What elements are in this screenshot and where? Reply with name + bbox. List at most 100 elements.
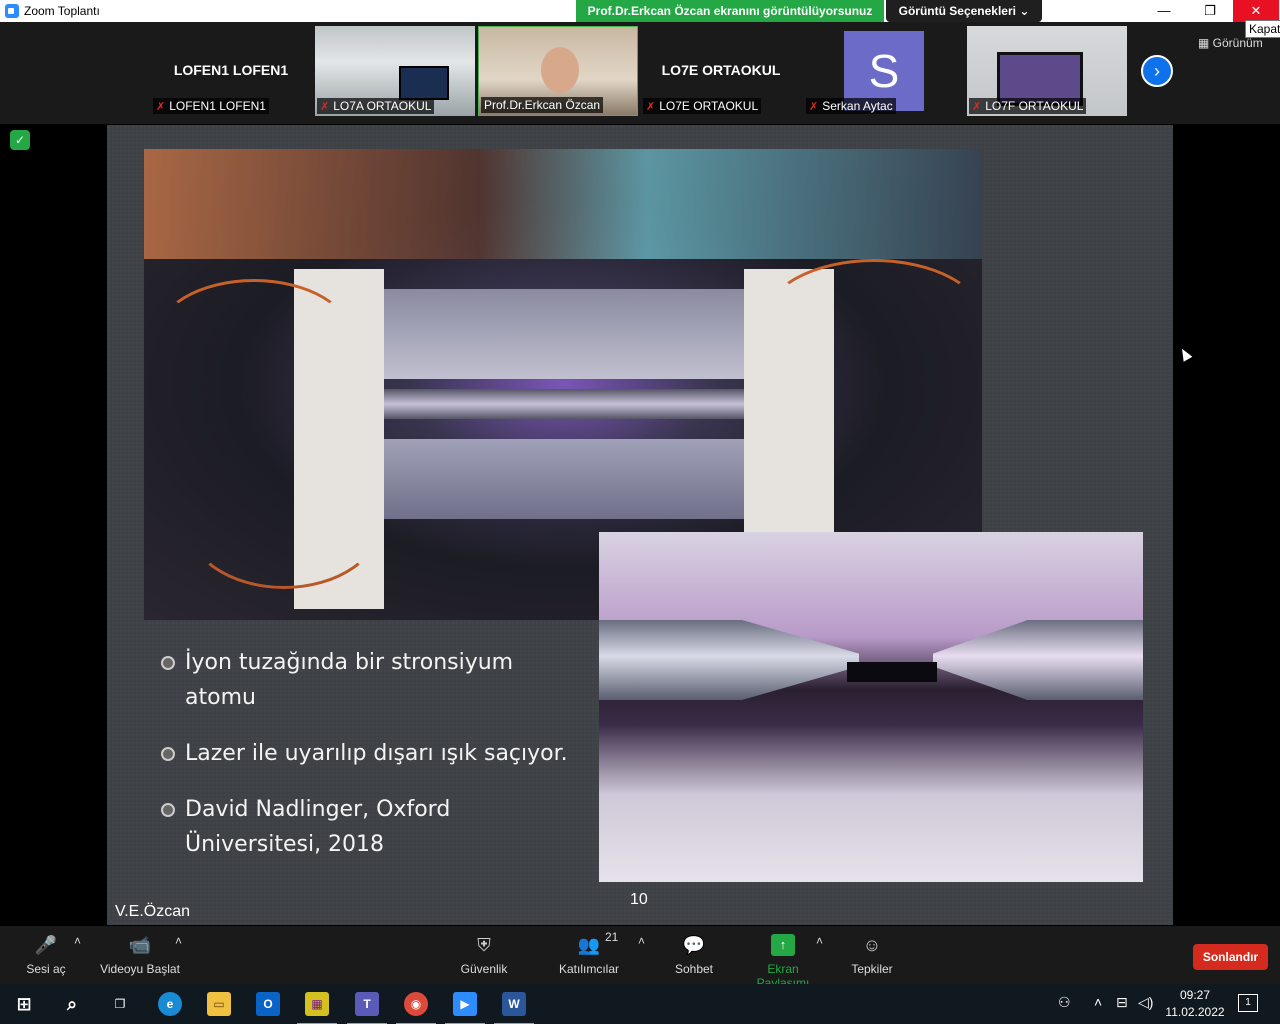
participant-name: Serkan Aytac xyxy=(822,99,893,113)
participant-caption: Prof.Dr.Erkcan Özcan xyxy=(481,97,604,113)
slide-bullet-list: İyon tuzağında bir stronsiyum atomu Laze… xyxy=(161,645,591,883)
task-view-icon[interactable]: ❐ xyxy=(108,992,132,1016)
participant-name-large: LOFEN1 LOFEN1 xyxy=(173,62,289,78)
end-meeting-button[interactable]: Sonlandır xyxy=(1193,944,1268,970)
window-title: Zoom Toplantı xyxy=(24,4,100,18)
word-icon[interactable]: W xyxy=(494,992,534,1024)
clock-time: 09:27 xyxy=(1179,988,1211,1002)
encryption-shield-icon[interactable]: ✓ xyxy=(10,130,30,150)
gallery-view-button[interactable]: ▦ Görünüm xyxy=(1198,36,1263,50)
zoom-icon[interactable]: ▶ xyxy=(445,992,485,1024)
participant-name-large: LO7E ORTAOKUL xyxy=(661,62,781,78)
close-button[interactable]: ✕ xyxy=(1233,0,1279,22)
video-off-icon: 📹 xyxy=(128,935,152,955)
microphone-muted-icon: 🎤 xyxy=(34,935,58,955)
screen-share-banner: Prof.Dr.Erkcan Özcan ekranını görüntülüy… xyxy=(576,0,884,22)
participant-tile[interactable]: LO7E ORTAOKUL ✗ LO7E ORTAOKUL xyxy=(641,26,801,116)
list-item: Lazer ile uyarılıp dışarı ışık saçıyor. xyxy=(161,736,591,771)
minimize-button[interactable]: — xyxy=(1141,0,1187,22)
start-video-button[interactable]: 📹 Videoyu Başlat xyxy=(98,934,182,976)
participant-count: 21 xyxy=(605,930,619,944)
participants-label: Katılımcılar xyxy=(558,962,619,976)
edge-browser-icon[interactable]: e xyxy=(158,992,182,1016)
mic-muted-icon: ✗ xyxy=(156,101,166,113)
bullet-icon xyxy=(161,747,175,761)
office-icon[interactable]: ▦ xyxy=(297,992,337,1024)
share-screen-button[interactable]: ↑ Ekran Paylaşımı xyxy=(740,934,826,990)
participant-name: LOFEN1 LOFEN1 xyxy=(169,99,266,113)
participant-caption: ✗ LO7E ORTAOKUL xyxy=(643,98,762,114)
security-button[interactable]: ⛨ Güvenlik xyxy=(455,934,513,976)
notification-center-icon[interactable]: 1 xyxy=(1238,994,1258,1012)
outlook-icon[interactable]: O xyxy=(256,992,280,1016)
slide-author: V.E.Özcan xyxy=(115,903,191,920)
mouse-cursor-icon xyxy=(1177,346,1193,362)
participants-icon: 👥 xyxy=(577,935,601,955)
participant-name: Prof.Dr.Erkcan Özcan xyxy=(484,98,601,112)
mic-muted-icon: ✗ xyxy=(320,101,330,113)
windows-start-icon[interactable]: ⊞ xyxy=(12,992,36,1016)
participant-tile[interactable]: LOFEN1 LOFEN1 ✗ LOFEN1 LOFEN1 xyxy=(151,26,311,116)
security-shield-icon: ⛨ xyxy=(477,935,491,955)
participant-tile[interactable]: ✗ LO7A ORTAOKUL xyxy=(315,26,475,116)
system-clock[interactable]: 09:27 11.02.2022 xyxy=(1160,987,1230,1021)
share-options-caret-icon[interactable]: ˄ xyxy=(816,934,823,948)
bullet-text: İyon tuzağında bir stronsiyum atomu xyxy=(185,650,514,710)
smiley-icon: ☺ xyxy=(862,935,882,955)
meeting-toolbar: 🎤 Sesi aç ˄ 📹 Videoyu Başlat ˄ ⛨ Güvenli… xyxy=(0,926,1280,990)
chat-bubble-icon: 💬 xyxy=(682,935,706,955)
participant-name: LO7F ORTAOKUL xyxy=(985,99,1084,113)
bullet-icon xyxy=(161,656,175,670)
participant-caption: ✗ LO7F ORTAOKUL xyxy=(969,98,1087,114)
video-options-caret-icon[interactable]: ˄ xyxy=(175,934,182,948)
atom-closeup-photo xyxy=(599,532,1143,882)
volume-icon[interactable]: ◁) xyxy=(1138,994,1153,1011)
start-video-label: Videoyu Başlat xyxy=(100,962,180,976)
participant-tile-active-speaker[interactable]: Prof.Dr.Erkcan Özcan xyxy=(478,26,638,116)
participant-name: LO7E ORTAOKUL xyxy=(659,99,759,113)
next-page-arrow-icon[interactable]: › xyxy=(1141,55,1173,87)
mic-muted-icon: ✗ xyxy=(972,101,982,113)
view-options-label: Görüntü Seçenekleri xyxy=(898,4,1016,18)
security-label: Güvenlik xyxy=(460,962,508,976)
reactions-button[interactable]: ☺ Tepkiler xyxy=(848,934,896,976)
gallery-view-label: Görünüm xyxy=(1212,36,1263,50)
participant-tile[interactable]: ✗ LO7F ORTAOKUL xyxy=(967,26,1127,116)
view-options-button[interactable]: Görüntü Seçenekleri ⌄ xyxy=(886,0,1042,22)
clock-date: 11.02.2022 xyxy=(1165,1005,1225,1019)
zoom-app-icon xyxy=(5,4,19,18)
show-hidden-icons-chevron-icon[interactable]: ˄ xyxy=(1094,994,1102,1010)
bullet-icon xyxy=(161,803,175,817)
unmute-label: Sesi aç xyxy=(26,962,66,976)
network-icon[interactable]: ⊟ xyxy=(1116,994,1128,1011)
bullet-text: David Nadlinger, Oxford Üniversitesi, 20… xyxy=(185,797,451,857)
windows-taskbar: ⊞ ⌕ ❐ e ▭ O ▦ T ◉ ▶ W ⚇ ˄ ⊟ ◁) 09:27 11.… xyxy=(0,984,1280,1024)
close-tooltip: Kapat xyxy=(1245,20,1280,38)
participant-tile[interactable]: S ✗ Serkan Aytac xyxy=(804,26,964,116)
share-screen-arrow-icon: ↑ xyxy=(771,934,795,956)
bullet-text: Lazer ile uyarılıp dışarı ışık saçıyor. xyxy=(185,741,568,766)
file-explorer-icon[interactable]: ▭ xyxy=(207,992,231,1016)
chrome-icon[interactable]: ◉ xyxy=(396,992,436,1024)
mic-muted-icon: ✗ xyxy=(809,101,819,113)
chevron-down-icon: ⌄ xyxy=(1019,4,1030,18)
chat-button[interactable]: 💬 Sohbet xyxy=(670,934,718,976)
mic-muted-icon: ✗ xyxy=(646,101,656,113)
chat-label: Sohbet xyxy=(674,962,714,976)
participant-caption: ✗ Serkan Aytac xyxy=(806,98,896,114)
shared-screen-slide: İyon tuzağında bir stronsiyum atomu Laze… xyxy=(107,125,1173,925)
unmute-button[interactable]: 🎤 Sesi aç xyxy=(22,934,70,976)
teams-icon[interactable]: T xyxy=(347,992,387,1024)
participant-name: LO7A ORTAOKUL xyxy=(333,99,432,113)
slide-page-number: 10 xyxy=(630,891,648,908)
title-bar: Zoom Toplantı Prof.Dr.Erkcan Özcan ekran… xyxy=(0,0,1280,22)
participant-caption: ✗ LOFEN1 LOFEN1 xyxy=(153,98,269,114)
people-icon[interactable]: ⚇ xyxy=(1058,994,1071,1011)
reactions-label: Tepkiler xyxy=(851,962,893,976)
participant-strip: LOFEN1 LOFEN1 ✗ LOFEN1 LOFEN1 ✗ LO7A ORTAO… xyxy=(0,22,1280,124)
audio-options-caret-icon[interactable]: ˄ xyxy=(74,934,81,948)
search-icon[interactable]: ⌕ xyxy=(60,992,84,1016)
participants-options-caret-icon[interactable]: ˄ xyxy=(638,934,645,948)
list-item: İyon tuzağında bir stronsiyum atomu xyxy=(161,645,591,715)
restore-button[interactable]: ❐ xyxy=(1187,0,1233,22)
